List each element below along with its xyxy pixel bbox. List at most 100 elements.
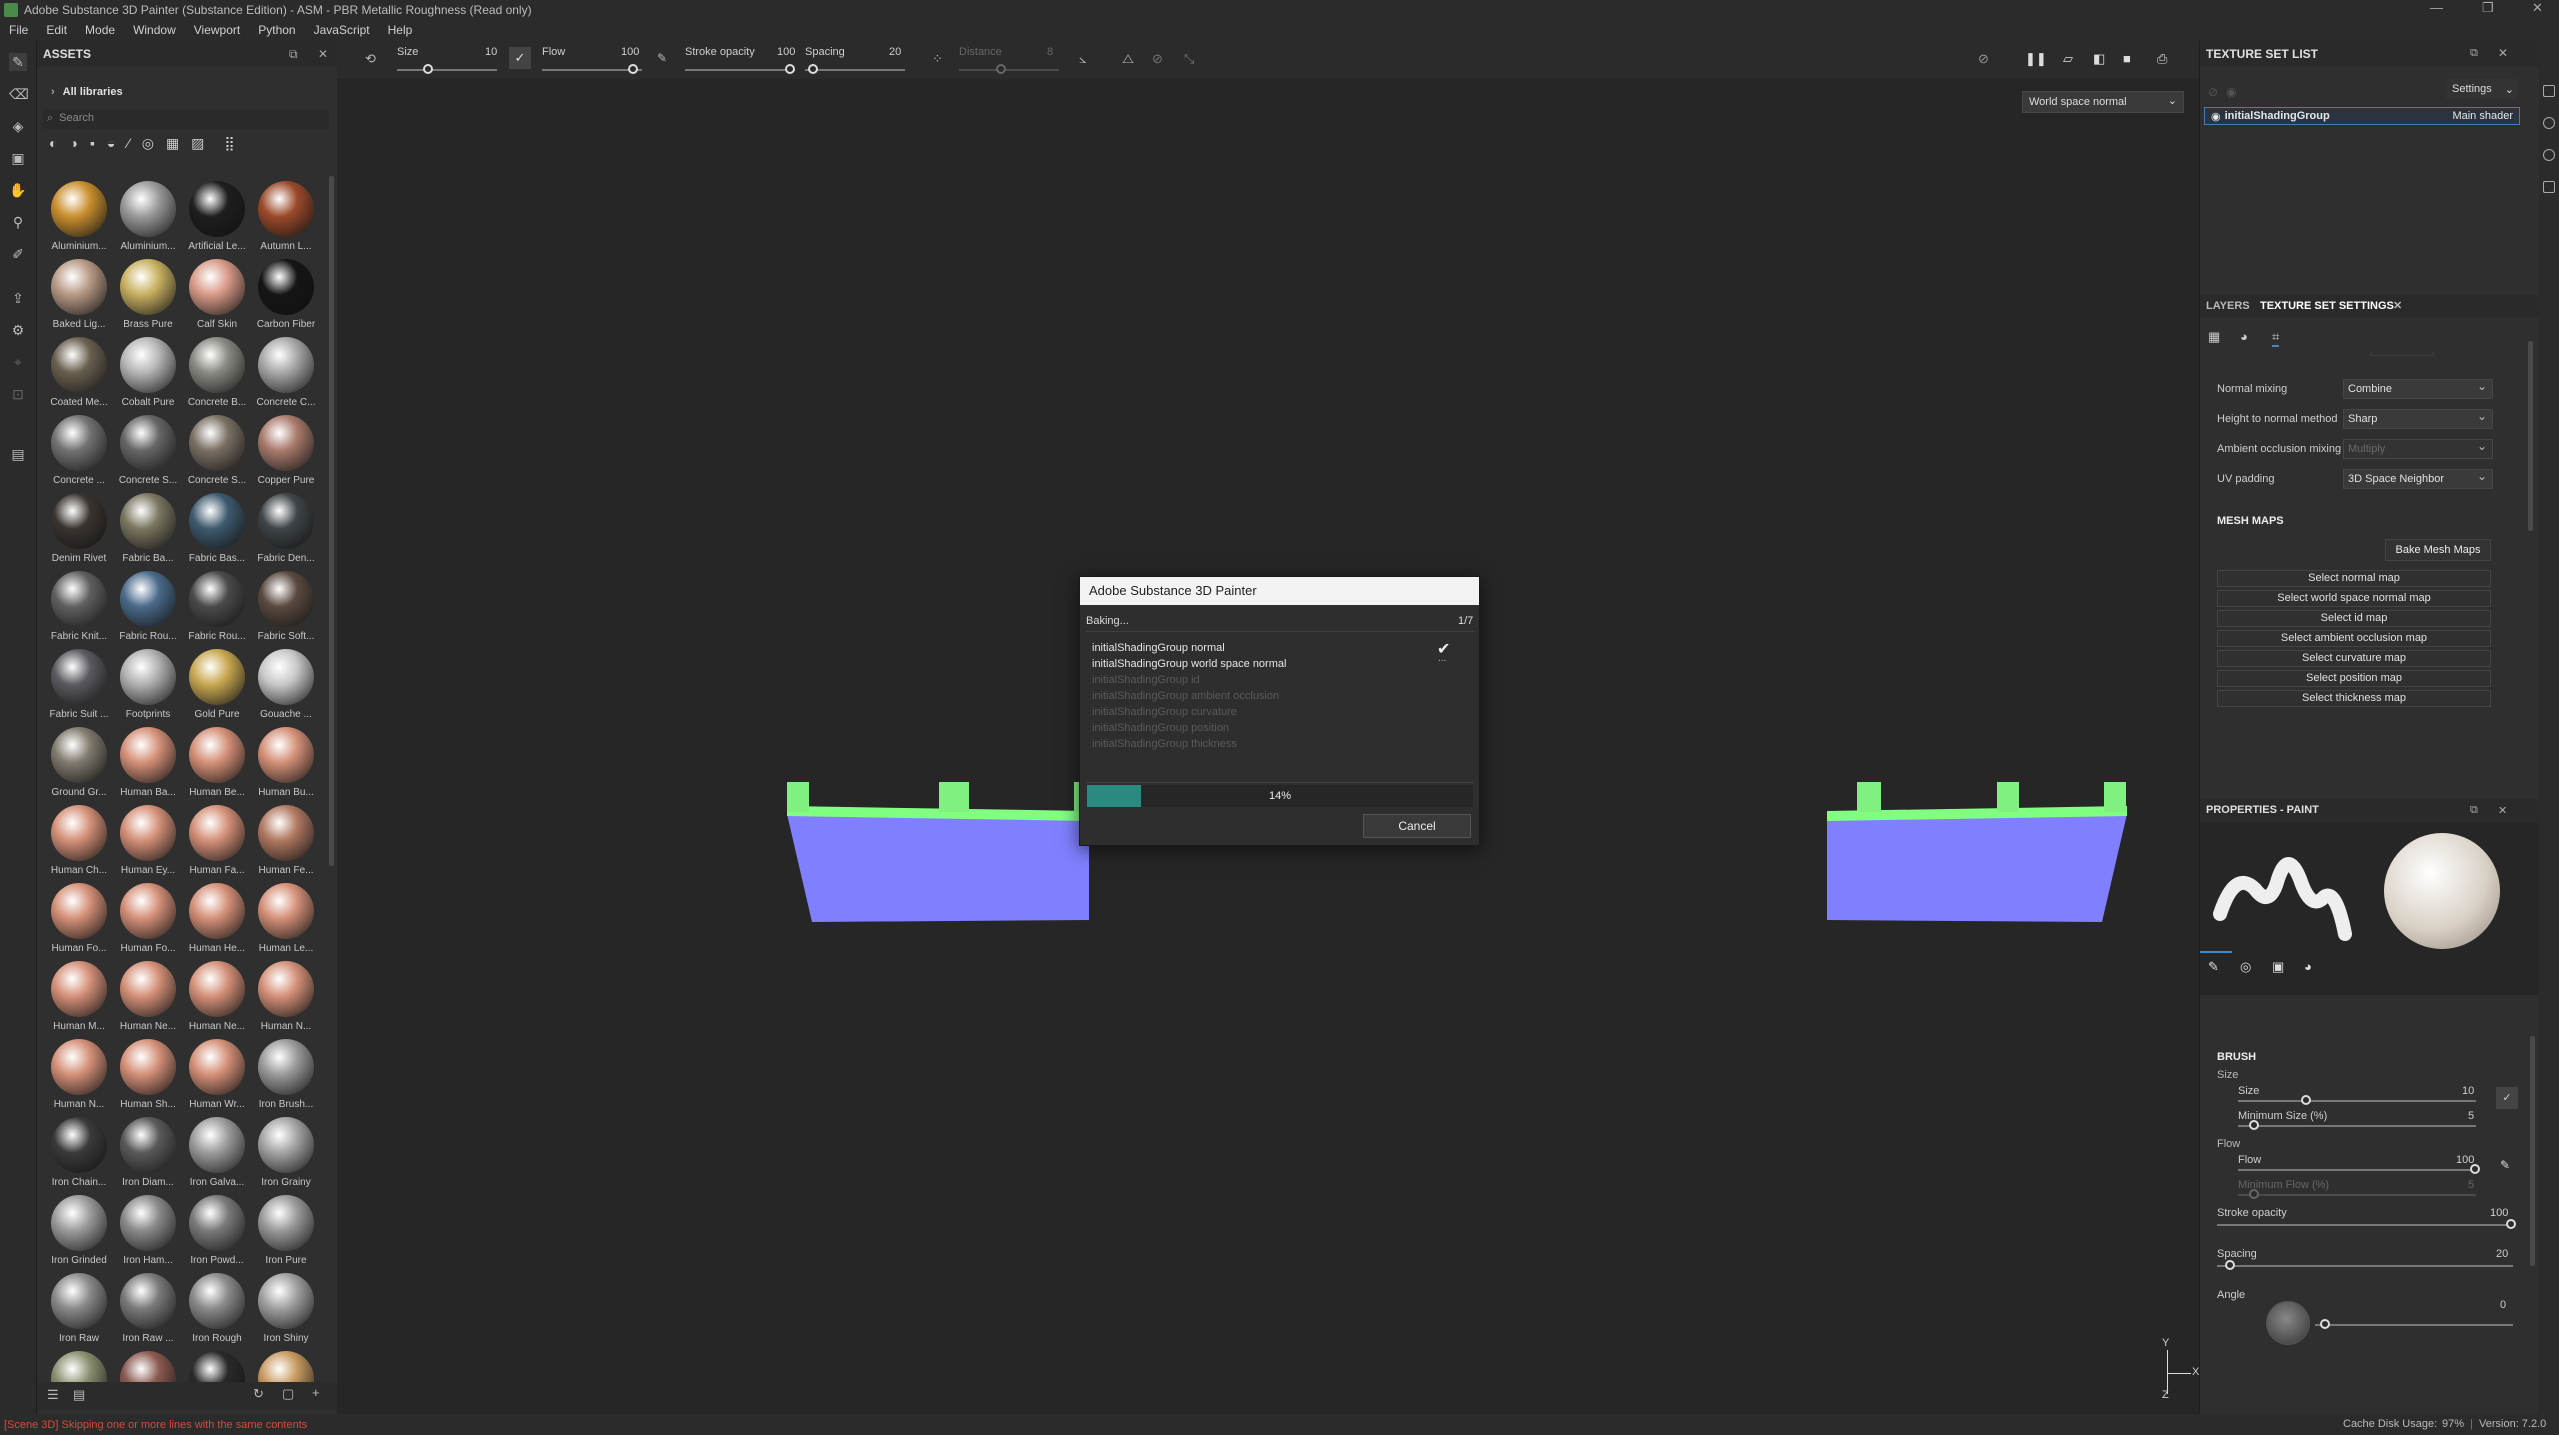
camera-icon[interactable]: ■: [2123, 51, 2131, 66]
asset-thumbnail[interactable]: Aluminium...: [114, 181, 182, 259]
asset-thumbnail[interactable]: Gouache ...: [252, 649, 320, 727]
asset-thumbnail[interactable]: Human N...: [252, 961, 320, 1039]
min-size-slider[interactable]: [2238, 1125, 2476, 1127]
asset-thumbnail[interactable]: Brass Pure: [114, 259, 182, 337]
settings-gear-icon[interactable]: ⚙: [9, 321, 27, 339]
asset-thumbnail[interactable]: Calf Skin: [183, 259, 251, 337]
min-size-knob[interactable]: [2249, 1120, 2259, 1130]
geometry-mask-icon[interactable]: ▣: [9, 149, 27, 167]
tss-row-select[interactable]: Sharp: [2343, 409, 2493, 429]
display-settings-icon[interactable]: [2543, 117, 2555, 129]
spacing-value[interactable]: 20: [889, 46, 901, 58]
undock-icon[interactable]: ⧉: [2470, 804, 2478, 817]
menu-window[interactable]: Window: [124, 23, 185, 37]
angle-slider[interactable]: [2315, 1324, 2513, 1326]
close-panel-icon[interactable]: ✕: [318, 47, 328, 61]
asset-thumbnail[interactable]: Human N...: [45, 1039, 113, 1117]
asset-thumbnail[interactable]: Human Fa...: [183, 805, 251, 883]
smart-materials-filter-icon[interactable]: ◑: [69, 135, 77, 155]
undock-icon[interactable]: ⧉: [2470, 47, 2478, 60]
menu-edit[interactable]: Edit: [37, 23, 76, 37]
stroke-opacity-knob[interactable]: [2506, 1219, 2516, 1229]
asset-thumbnail[interactable]: Fabric Suit ...: [45, 649, 113, 727]
asset-thumbnail[interactable]: Fabric Den...: [252, 493, 320, 571]
pressure-flow-icon[interactable]: ✎: [657, 51, 667, 65]
asset-thumbnail[interactable]: Baked Lig...: [45, 259, 113, 337]
texture-set-list-icon[interactable]: [2543, 85, 2555, 97]
viewport-split-icon[interactable]: ▱: [2063, 51, 2073, 67]
asset-thumbnail[interactable]: Fabric Rou...: [183, 571, 251, 649]
select-map-button[interactable]: Select world space normal map: [2217, 590, 2491, 607]
asset-thumbnail[interactable]: Denim Rivet: [45, 493, 113, 571]
asset-thumbnail[interactable]: Copper Pure: [252, 415, 320, 493]
asset-thumbnail[interactable]: Human Ba...: [114, 727, 182, 805]
add-asset-icon[interactable]: +: [312, 1385, 320, 1400]
import-icon[interactable]: ▤: [73, 1387, 85, 1403]
spacing-value[interactable]: 20: [2496, 1248, 2508, 1260]
symmetry-mirror-icon[interactable]: ⧍: [1122, 51, 1134, 67]
asset-thumbnail[interactable]: Gold Pure: [183, 649, 251, 727]
refresh-icon[interactable]: ↻: [253, 1386, 264, 1402]
asset-thumbnail[interactable]: Fabric Soft...: [252, 571, 320, 649]
asset-search-field[interactable]: ⌕ Search: [43, 109, 329, 129]
clone-stamp-icon[interactable]: ⚲: [9, 213, 27, 231]
asset-thumbnail[interactable]: Concrete ...: [45, 415, 113, 493]
shader-icon[interactable]: ◕: [2240, 329, 2248, 344]
asset-thumbnail[interactable]: Human Ne...: [114, 961, 182, 1039]
brushes-filter-icon[interactable]: ⁄: [127, 135, 129, 155]
spacing-slider[interactable]: [2217, 1265, 2513, 1267]
stroke-opacity-slider[interactable]: [685, 69, 795, 71]
maximize-icon[interactable]: ❐: [2482, 0, 2494, 16]
symmetry-icon[interactable]: ⟲: [365, 51, 376, 67]
brush-flow-slider[interactable]: [2238, 1169, 2476, 1171]
mesh-maps-icon[interactable]: ⌗: [2272, 329, 2280, 347]
stencil-tab-icon[interactable]: ▣: [2272, 959, 2284, 975]
angle-value[interactable]: 0: [2500, 1299, 2506, 1311]
hide-icon[interactable]: ⊘: [1978, 51, 1989, 67]
screenshot-icon[interactable]: ⎙: [2157, 51, 2167, 67]
spacing-slider[interactable]: [805, 69, 905, 71]
asset-thumbnail[interactable]: Ground Gr...: [45, 727, 113, 805]
select-map-button[interactable]: Select ambient occlusion map: [2217, 630, 2491, 647]
generators-filter-icon[interactable]: ◒: [107, 135, 115, 155]
asset-thumbnail[interactable]: Human Le...: [252, 883, 320, 961]
asset-thumbnail[interactable]: Human Fo...: [114, 883, 182, 961]
stroke-opacity-value[interactable]: 100: [2490, 1207, 2508, 1219]
measure-icon[interactable]: ⌖: [9, 353, 27, 371]
brush-size-value[interactable]: 10: [2462, 1085, 2474, 1097]
asset-thumbnail[interactable]: Carbon Fiber: [252, 259, 320, 337]
select-map-button[interactable]: Select normal map: [2217, 570, 2491, 587]
spacing-slider-knob[interactable]: [808, 64, 818, 74]
asset-thumbnail[interactable]: Human Ey...: [114, 805, 182, 883]
menu-javascript[interactable]: JavaScript: [305, 23, 379, 37]
spacing-knob[interactable]: [2225, 1260, 2235, 1270]
bake-icon[interactable]: ⇪: [9, 289, 27, 307]
asset-thumbnail[interactable]: Iron Powd...: [183, 1195, 251, 1273]
menu-help[interactable]: Help: [379, 23, 422, 37]
align-icon[interactable]: ⊡: [9, 385, 27, 403]
properties-scrollbar[interactable]: [2530, 1036, 2535, 1266]
asset-thumbnail[interactable]: Human Ch...: [45, 805, 113, 883]
masks-filter-icon[interactable]: ▪: [90, 135, 95, 155]
list-view-icon[interactable]: ☰: [47, 1387, 59, 1403]
angle-dial[interactable]: [2266, 1301, 2310, 1345]
texture-set-icon[interactable]: ▦: [2208, 329, 2220, 345]
log-icon[interactable]: [2543, 181, 2555, 193]
close-panel-icon[interactable]: ✕: [2498, 46, 2508, 60]
material-tab-icon[interactable]: ◕: [2304, 959, 2312, 974]
size-slider[interactable]: [397, 69, 497, 71]
viewport-mode-select[interactable]: World space normal ⌄: [2022, 91, 2184, 113]
tab-texture-set-settings[interactable]: TEXTURE SET SETTINGS: [2260, 300, 2394, 312]
stroke-opacity-knob[interactable]: [785, 64, 795, 74]
brush-size-knob[interactable]: [2301, 1095, 2311, 1105]
alpha-tab-icon[interactable]: ◎: [2240, 959, 2251, 975]
pen-pressure-flow-icon[interactable]: ✎: [2500, 1158, 2510, 1172]
flow-slider[interactable]: [542, 69, 642, 71]
asset-thumbnail[interactable]: Concrete S...: [114, 415, 182, 493]
asset-thumbnail[interactable]: Human Be...: [183, 727, 251, 805]
asset-thumbnail[interactable]: Coated Me...: [45, 337, 113, 415]
settings-dropdown[interactable]: Settings ⌄: [2446, 79, 2518, 99]
asset-thumbnail[interactable]: Fabric Ba...: [114, 493, 182, 571]
paint-brush-icon[interactable]: ✎: [9, 53, 27, 71]
asset-thumbnail[interactable]: Iron Rough: [183, 1273, 251, 1351]
